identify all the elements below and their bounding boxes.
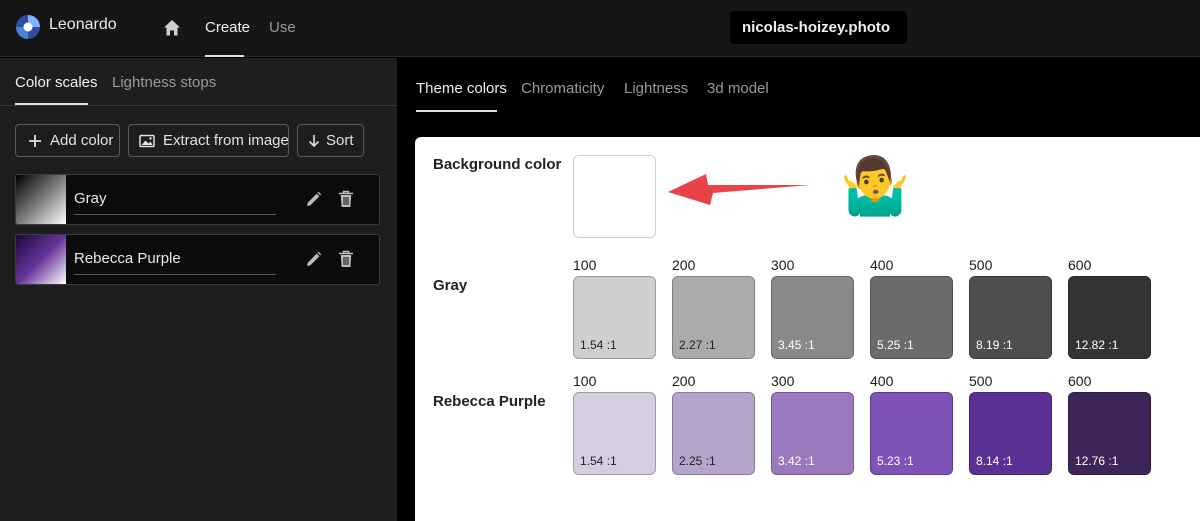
contrast-ratio: 2.27 :1 bbox=[679, 338, 716, 352]
add-color-button[interactable]: Add color bbox=[15, 124, 120, 157]
contrast-ratio: 12.82 :1 bbox=[1075, 338, 1119, 352]
background-color-swatch[interactable] bbox=[573, 155, 656, 238]
color-swatch[interactable]: 1.54 :1 bbox=[573, 392, 656, 475]
scale-gradient-swatch bbox=[16, 235, 66, 284]
swatch-step-label: 500 bbox=[969, 257, 993, 273]
background-color-label: Background color bbox=[433, 156, 562, 173]
extract-from-image-button[interactable]: Extract from image bbox=[128, 124, 289, 157]
plus-icon bbox=[29, 135, 41, 147]
color-scale-row-rebecca-purple[interactable]: Rebecca Purple bbox=[15, 234, 380, 285]
color-swatch[interactable]: 3.45 :1 bbox=[771, 276, 854, 359]
color-swatch[interactable]: 8.14 :1 bbox=[969, 392, 1052, 475]
color-swatch[interactable]: 1.54 :1 bbox=[573, 276, 656, 359]
color-swatch[interactable]: 3.42 :1 bbox=[771, 392, 854, 475]
color-swatch[interactable]: 2.25 :1 bbox=[672, 392, 755, 475]
scale-gradient-swatch bbox=[16, 175, 66, 224]
theme-colors-panel: Background color 🤷‍♂️ Gray 100 1.54 :1 200 2… bbox=[415, 137, 1200, 521]
theme-row-label: Gray bbox=[433, 277, 468, 294]
nav-use[interactable]: Use bbox=[269, 19, 296, 36]
nav-create-active-indicator bbox=[205, 55, 244, 57]
tab-lightness[interactable]: Lightness bbox=[624, 80, 688, 97]
svg-text:🤷‍♂️: 🤷‍♂️ bbox=[840, 152, 910, 218]
scale-name[interactable]: Rebecca Purple bbox=[74, 250, 181, 267]
scale-name-underline bbox=[74, 214, 276, 215]
contrast-ratio: 5.25 :1 bbox=[877, 338, 914, 352]
tab-color-scales-indicator bbox=[15, 103, 88, 105]
swatch-step-label: 600 bbox=[1068, 257, 1092, 273]
top-bar: Leonardo Create Use nicolas-hoizey.photo bbox=[0, 0, 1200, 57]
contrast-ratio: 1.54 :1 bbox=[580, 454, 617, 468]
right-tab-bar: Theme colors Chromaticity Lightness 3d m… bbox=[397, 58, 1200, 114]
image-icon bbox=[139, 134, 155, 148]
tab-lightness-stops[interactable]: Lightness stops bbox=[112, 74, 216, 91]
scale-name[interactable]: Gray bbox=[74, 190, 107, 207]
leonardo-logo-icon bbox=[16, 15, 40, 39]
trash-icon[interactable] bbox=[338, 250, 354, 268]
swatch-step-label: 300 bbox=[771, 257, 795, 273]
nav-create[interactable]: Create bbox=[205, 19, 250, 36]
color-swatch[interactable]: 8.19 :1 bbox=[969, 276, 1052, 359]
color-swatch[interactable]: 12.76 :1 bbox=[1068, 392, 1151, 475]
theme-row-label: Rebecca Purple bbox=[433, 393, 546, 410]
swatch-step-label: 100 bbox=[573, 373, 597, 389]
swatch-step-label: 300 bbox=[771, 373, 795, 389]
color-scale-row-gray[interactable]: Gray bbox=[15, 174, 380, 225]
sort-button[interactable]: Sort bbox=[297, 124, 364, 157]
tab-theme-colors-indicator bbox=[416, 110, 497, 112]
contrast-ratio: 2.25 :1 bbox=[679, 454, 716, 468]
credit-label: nicolas-hoizey.photo bbox=[730, 11, 907, 44]
extract-from-image-label: Extract from image bbox=[163, 132, 289, 149]
contrast-ratio: 8.14 :1 bbox=[976, 454, 1013, 468]
contrast-ratio: 3.42 :1 bbox=[778, 454, 815, 468]
contrast-ratio: 12.76 :1 bbox=[1075, 454, 1119, 468]
color-swatch[interactable]: 2.27 :1 bbox=[672, 276, 755, 359]
pencil-icon[interactable] bbox=[305, 191, 322, 208]
contrast-ratio: 8.19 :1 bbox=[976, 338, 1013, 352]
contrast-ratio: 1.54 :1 bbox=[580, 338, 617, 352]
scale-name-underline bbox=[74, 274, 276, 275]
app-title: Leonardo bbox=[49, 16, 117, 33]
swatch-step-label: 200 bbox=[672, 373, 696, 389]
swatch-step-label: 400 bbox=[870, 257, 894, 273]
color-swatch[interactable]: 5.23 :1 bbox=[870, 392, 953, 475]
contrast-ratio: 5.23 :1 bbox=[877, 454, 914, 468]
swatch-step-label: 500 bbox=[969, 373, 993, 389]
add-color-label: Add color bbox=[50, 132, 114, 149]
tab-3d-model[interactable]: 3d model bbox=[707, 80, 769, 97]
shrug-emoji-icon: 🤷‍♂️ bbox=[840, 152, 910, 218]
color-swatch[interactable]: 5.25 :1 bbox=[870, 276, 953, 359]
color-swatch[interactable]: 12.82 :1 bbox=[1068, 276, 1151, 359]
tab-color-scales[interactable]: Color scales bbox=[15, 74, 98, 91]
tab-chromaticity[interactable]: Chromaticity bbox=[521, 80, 604, 97]
left-tab-bar: Color scales Lightness stops bbox=[0, 58, 397, 106]
swatch-step-label: 600 bbox=[1068, 373, 1092, 389]
tab-theme-colors[interactable]: Theme colors bbox=[416, 80, 507, 97]
left-panel: Color scales Lightness stops Add color E… bbox=[0, 58, 397, 521]
trash-icon[interactable] bbox=[338, 190, 354, 208]
red-arrow-annotation bbox=[668, 174, 810, 205]
swatch-step-label: 200 bbox=[672, 257, 696, 273]
swatch-step-label: 100 bbox=[573, 257, 597, 273]
arrow-down-icon bbox=[308, 135, 320, 148]
pencil-icon[interactable] bbox=[305, 251, 322, 268]
contrast-ratio: 3.45 :1 bbox=[778, 338, 815, 352]
swatch-step-label: 400 bbox=[870, 373, 894, 389]
sort-label: Sort bbox=[326, 132, 354, 149]
home-icon[interactable] bbox=[163, 19, 181, 37]
